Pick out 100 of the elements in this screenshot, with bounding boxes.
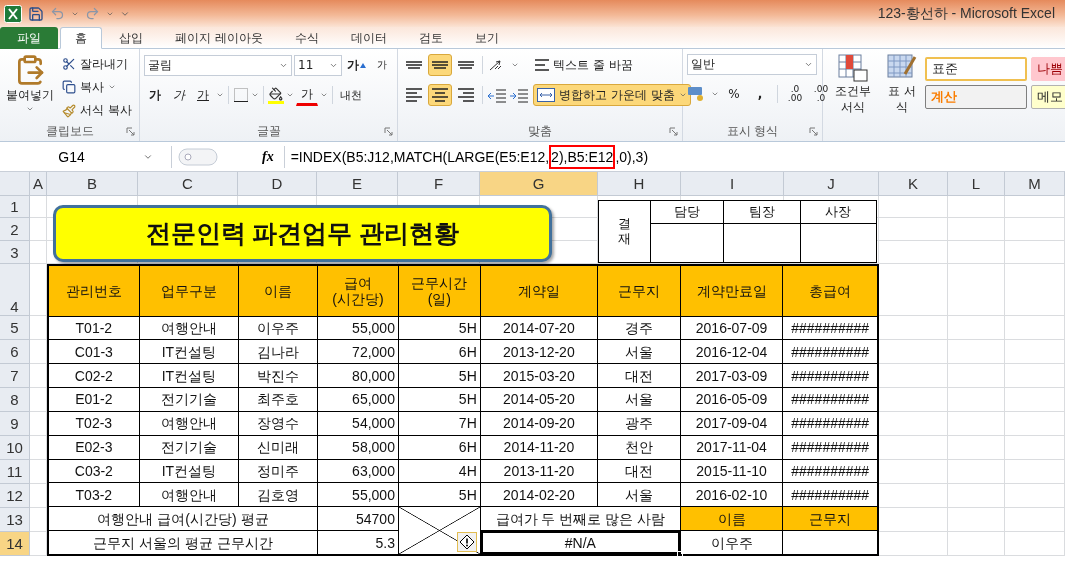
dialog-launcher-icon[interactable]	[126, 126, 135, 136]
row-header[interactable]: 10	[0, 436, 30, 460]
ribbon-tab[interactable]: 삽입	[104, 27, 158, 49]
save-icon[interactable]	[28, 5, 44, 22]
row-header[interactable]: 7	[0, 364, 30, 388]
horizontal-align-button[interactable]	[428, 84, 452, 106]
copy-button[interactable]: 복사	[60, 77, 134, 98]
empty-cell[interactable]	[948, 241, 1005, 264]
column-header[interactable]: I	[681, 172, 784, 196]
empty-cell[interactable]	[948, 218, 1005, 241]
empty-cell[interactable]	[948, 196, 1005, 218]
empty-cell[interactable]	[1005, 436, 1065, 460]
empty-cell[interactable]	[1005, 316, 1065, 340]
empty-cell[interactable]	[1005, 460, 1065, 484]
font-size-dropdown[interactable]: 11	[294, 54, 342, 76]
underline-button[interactable]: 가	[192, 84, 214, 106]
column-header[interactable]: M	[1005, 172, 1065, 196]
resize-handle-icon[interactable]	[178, 146, 218, 167]
row-header[interactable]: 14	[0, 532, 30, 556]
column-header[interactable]: C	[138, 172, 238, 196]
column-header[interactable]: H	[598, 172, 681, 196]
dialog-launcher-icon[interactable]	[669, 126, 678, 136]
empty-cell[interactable]	[1005, 264, 1065, 316]
ribbon-tab[interactable]: 홈	[60, 27, 102, 49]
bold-button[interactable]: 가	[144, 84, 166, 106]
cell-style-option[interactable]: 표준	[925, 57, 1027, 81]
empty-cell[interactable]	[948, 264, 1005, 316]
empty-cell[interactable]	[948, 340, 1005, 364]
empty-cell[interactable]	[948, 436, 1005, 460]
row-header[interactable]: 3	[0, 241, 30, 264]
shrink-font-button[interactable]: 가	[371, 54, 393, 76]
row-header[interactable]: 13	[0, 508, 30, 532]
ribbon-tab[interactable]: 데이터	[335, 27, 402, 49]
column-header[interactable]: G	[480, 172, 598, 196]
empty-cell[interactable]	[948, 532, 1005, 556]
ribbon-tab[interactable]: 검토	[403, 27, 458, 49]
error-warning-icon[interactable]	[456, 532, 477, 552]
empty-cell[interactable]	[1005, 484, 1065, 508]
empty-cell[interactable]	[1005, 532, 1065, 556]
ribbon-tab[interactable]: 페이지 레이아웃	[160, 27, 278, 49]
row-header[interactable]: 1	[0, 196, 30, 218]
empty-cell[interactable]	[1005, 218, 1065, 241]
empty-cell[interactable]	[948, 412, 1005, 436]
empty-cell[interactable]	[1005, 340, 1065, 364]
file-tab[interactable]: 파일	[0, 27, 58, 49]
format-painter-button[interactable]: 서식 복사	[60, 100, 134, 121]
font-name-dropdown[interactable]: 굴림	[144, 54, 292, 76]
empty-cell[interactable]	[948, 484, 1005, 508]
ribbon-tab[interactable]: 보기	[459, 27, 514, 49]
column-header[interactable]: F	[398, 172, 480, 196]
borders-icon[interactable]	[233, 87, 249, 103]
row-header[interactable]: 5	[0, 316, 30, 340]
vertical-align-button[interactable]	[428, 54, 452, 76]
decrease-indent-icon[interactable]	[487, 87, 507, 103]
formula-text[interactable]: =INDEX(B5:J12,MATCH(LARGE(E5:E12,2),B5:E12,0),3)	[283, 145, 1065, 168]
fill-color-icon[interactable]	[268, 86, 284, 104]
column-header[interactable]: J	[784, 172, 879, 196]
empty-cell[interactable]	[948, 388, 1005, 412]
dialog-launcher-icon[interactable]	[384, 126, 393, 136]
column-header[interactable]: L	[948, 172, 1005, 196]
paste-button[interactable]: 붙여넣기	[4, 54, 56, 121]
font-color-button[interactable]: 가	[296, 84, 318, 106]
increase-indent-icon[interactable]	[509, 87, 529, 103]
table-format-button[interactable]: 표 서식	[883, 54, 921, 141]
cell-style-option[interactable]: 메모	[1031, 85, 1065, 109]
column-header[interactable]: B	[47, 172, 138, 196]
percent-button[interactable]: %	[723, 83, 745, 105]
row-header[interactable]: 6	[0, 340, 30, 364]
empty-cell[interactable]	[1005, 241, 1065, 264]
dialog-launcher-icon[interactable]	[809, 126, 818, 136]
phonetic-button[interactable]: 내천	[337, 84, 365, 106]
row-header[interactable]: 9	[0, 412, 30, 436]
select-all-corner[interactable]	[0, 172, 30, 196]
empty-cell[interactable]	[1005, 388, 1065, 412]
italic-button[interactable]: 가	[168, 84, 190, 106]
empty-cell[interactable]	[1005, 364, 1065, 388]
row-header[interactable]: 12	[0, 484, 30, 508]
empty-cell[interactable]	[1005, 412, 1065, 436]
comma-button[interactable]: ,	[749, 83, 771, 105]
row-header[interactable]: 8	[0, 388, 30, 412]
merge-center-button[interactable]: 병합하고 가운데 맞춤	[533, 84, 691, 106]
undo-icon[interactable]	[50, 6, 65, 21]
empty-cell[interactable]	[948, 316, 1005, 340]
row-header[interactable]: 11	[0, 460, 30, 484]
ribbon-tab[interactable]: 수식	[279, 27, 334, 49]
column-header[interactable]: A	[30, 172, 47, 196]
number-format-dropdown[interactable]: 일반	[687, 54, 817, 75]
column-header[interactable]: D	[238, 172, 317, 196]
excel-logo-icon[interactable]	[4, 4, 22, 23]
insert-function-button[interactable]: fx	[262, 148, 274, 165]
row-header[interactable]: 4	[0, 264, 30, 316]
empty-cell[interactable]	[1005, 196, 1065, 218]
column-header[interactable]: K	[879, 172, 948, 196]
grow-font-button[interactable]: 가	[344, 54, 369, 76]
cell-style-option[interactable]: 나쁨	[1031, 57, 1065, 81]
row-header[interactable]: 2	[0, 218, 30, 241]
empty-cell[interactable]	[948, 460, 1005, 484]
empty-cell[interactable]	[948, 364, 1005, 388]
empty-cell[interactable]	[948, 508, 1005, 532]
increase-decimal-button[interactable]: .0 .00	[784, 83, 806, 105]
